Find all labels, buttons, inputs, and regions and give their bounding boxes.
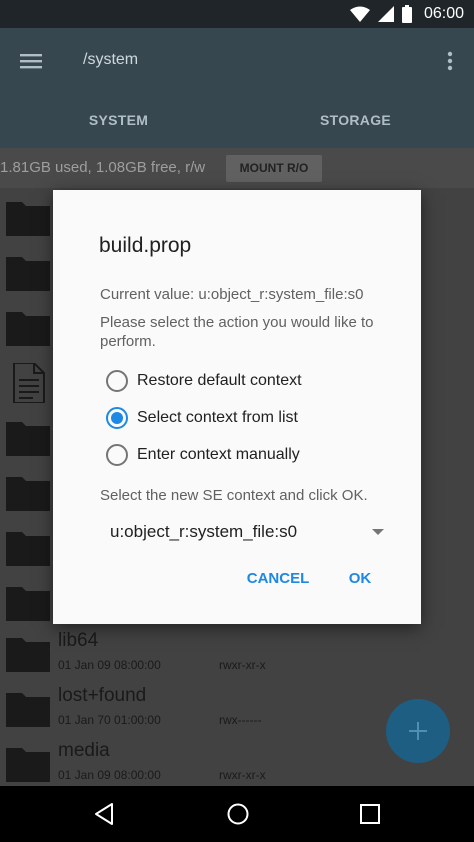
se-context-dialog: build.prop Current value: u:object_r:sys…	[53, 190, 421, 624]
folder-icon	[6, 422, 50, 456]
file-name: lost+found	[58, 685, 147, 706]
context-dropdown[interactable]: u:object_r:system_file:s0	[106, 518, 384, 548]
file-date: 01 Jan 09 08:00:00	[58, 768, 161, 782]
folder-icon	[6, 587, 50, 621]
menu-button[interactable]	[18, 48, 46, 74]
radio-button[interactable]	[106, 444, 128, 466]
system-nav-bar	[0, 786, 474, 842]
radio-button[interactable]	[106, 407, 128, 429]
storage-info-bar: 1.81GB used, 1.08GB free, r/w MOUNT R/O	[0, 148, 474, 188]
hamburger-menu-icon	[20, 54, 42, 69]
signal-icon	[377, 6, 394, 22]
app-bar: /system SYSTEM STORAGE	[0, 28, 474, 148]
radio-restore-default[interactable]: Restore default context	[106, 368, 386, 394]
file-permissions: rwxr-xr-x	[219, 768, 266, 782]
folder-icon	[6, 638, 50, 672]
battery-icon	[401, 5, 412, 23]
back-icon[interactable]	[92, 802, 116, 826]
dialog-hint: Select the new SE context and click OK.	[100, 487, 368, 504]
recents-icon[interactable]	[358, 802, 382, 826]
dialog-title: build.prop	[99, 234, 192, 257]
plus-icon	[409, 722, 427, 740]
storage-usage-text: 1.81GB used, 1.08GB free, r/w	[0, 159, 206, 176]
radio-label: Restore default context	[137, 372, 302, 389]
folder-icon	[6, 477, 50, 511]
dialog-prompt: Please select the action you would like …	[100, 314, 374, 350]
current-path: /system	[83, 51, 139, 68]
home-icon[interactable]	[226, 802, 250, 826]
dropdown-arrow-icon	[372, 529, 384, 535]
tab-storage[interactable]: STORAGE	[237, 100, 474, 148]
wifi-icon	[349, 6, 370, 22]
folder-icon	[6, 312, 50, 346]
status-icons: 06:00	[349, 3, 464, 25]
folder-icon	[6, 693, 50, 727]
file-date: 01 Jan 09 08:00:00	[58, 658, 161, 672]
folder-icon	[6, 202, 50, 236]
file-permissions: rwx------	[219, 713, 262, 727]
overflow-menu-button[interactable]	[442, 48, 458, 74]
folder-icon	[6, 748, 50, 782]
current-context-value: Current value: u:object_r:system_file:s0	[100, 286, 364, 303]
tab-bar: SYSTEM STORAGE	[0, 100, 474, 148]
file-name: lib64	[58, 630, 99, 651]
file-date: 01 Jan 70 01:00:00	[58, 713, 161, 727]
status-bar: 06:00	[0, 0, 474, 28]
folder-icon	[6, 532, 50, 566]
mount-ro-button[interactable]: MOUNT R/O	[226, 155, 322, 182]
radio-label: Select context from list	[137, 409, 298, 426]
selected-context: u:object_r:system_file:s0	[110, 522, 298, 541]
tab-system[interactable]: SYSTEM	[0, 100, 237, 148]
radio-enter-manually[interactable]: Enter context manually	[106, 442, 386, 468]
document-icon	[13, 363, 45, 403]
add-fab-button[interactable]	[386, 699, 450, 763]
ok-button[interactable]: OK	[336, 563, 384, 595]
radio-select-from-list[interactable]: Select context from list	[106, 405, 386, 431]
folder-icon	[6, 257, 50, 291]
list-item[interactable]: lib64 01 Jan 09 08:00:00 rwxr-xr-x	[0, 628, 474, 683]
cancel-button[interactable]: CANCEL	[238, 563, 318, 595]
file-name: media	[58, 740, 110, 761]
more-vert-icon	[447, 51, 453, 71]
radio-button[interactable]	[106, 370, 128, 392]
file-permissions: rwxr-xr-x	[219, 658, 266, 672]
status-time: 06:00	[423, 5, 464, 22]
radio-label: Enter context manually	[137, 446, 300, 463]
